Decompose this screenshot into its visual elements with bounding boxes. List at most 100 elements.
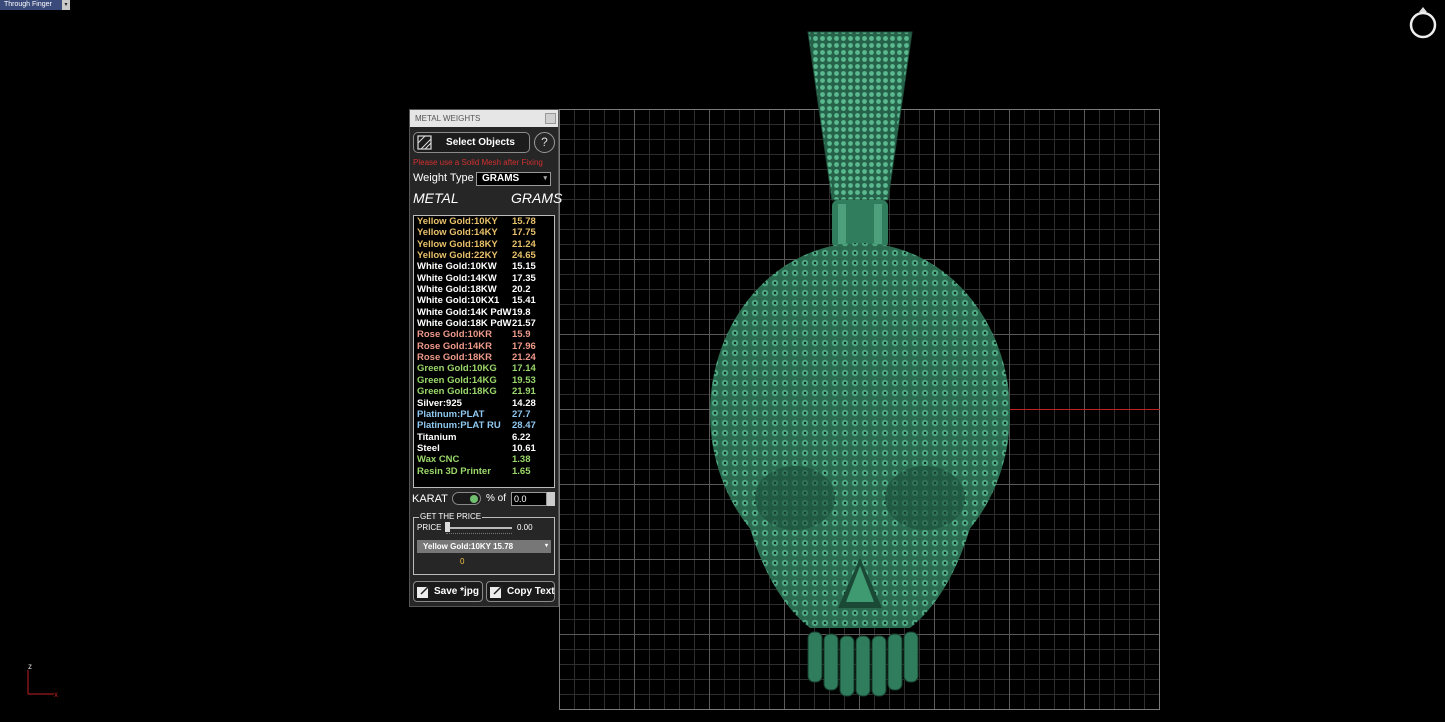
weight-type-value: GRAMS (482, 173, 520, 184)
karat-label: KARAT (412, 493, 448, 505)
metal-weight: 27.7 (512, 408, 531, 420)
chevron-down-icon: ▾ (543, 175, 547, 182)
panel-title-bar[interactable]: METAL WEIGHTS (410, 110, 558, 127)
metal-weight: 15.15 (512, 261, 536, 273)
weight-type-select[interactable]: GRAMS ▾ (476, 172, 551, 186)
metal-name: Rose Gold:18KR (417, 352, 492, 364)
metal-row: White Gold:14KW 17.35 (414, 273, 554, 284)
metal-row: Yellow Gold:14KY 17.75 (414, 227, 554, 238)
price-group-legend: GET THE PRICE (419, 512, 483, 521)
panel-title: METAL WEIGHTS (415, 114, 481, 123)
metal-name: Green Gold:18KG (417, 386, 497, 398)
metal-weight: 17.96 (512, 340, 536, 352)
metal-row: White Gold:18KW 20.2 (414, 284, 554, 295)
price-value: 0.00 (517, 523, 533, 532)
metal-weight: 28.47 (512, 420, 536, 432)
column-header-metal: METAL (413, 190, 459, 206)
metal-weight: 14.28 (512, 397, 536, 409)
metal-name: Yellow Gold:22KY (417, 250, 498, 262)
price-slider-thumb[interactable] (445, 522, 450, 532)
metal-row: Green Gold:10KG 17.14 (414, 363, 554, 374)
metal-weight: 21.24 (512, 238, 536, 250)
metal-weight: 10.61 (512, 442, 536, 454)
metal-name: White Gold:10KW (417, 261, 497, 273)
metal-row: Yellow Gold:18KY 21.24 (414, 239, 554, 250)
metal-name: Rose Gold:14KR (417, 340, 492, 352)
metal-weight: 6.22 (512, 431, 531, 443)
metal-row: Yellow Gold:10KY 15.78 (414, 216, 554, 227)
axis-x-label: x (54, 690, 58, 699)
close-icon[interactable] (545, 113, 556, 124)
metal-name: Steel (417, 442, 440, 454)
metal-row: Platinum:PLAT 27.7 (414, 409, 554, 420)
price-slider-ticks (446, 533, 512, 536)
metal-weight: 19.53 (512, 374, 536, 386)
metal-row: Silver:925 14.28 (414, 398, 554, 409)
metal-name: Yellow Gold:18KY (417, 238, 498, 250)
metal-weight: 17.14 (512, 363, 536, 375)
copy-text-label: Copy Text (507, 586, 555, 597)
axis-z-label: z (28, 662, 32, 671)
percent-input[interactable]: 0.0 (511, 492, 547, 506)
metal-weight: 19.8 (512, 306, 531, 318)
metal-row: Resin 3D Printer 1.65 (414, 466, 554, 477)
metal-name: White Gold:10KX1 (417, 295, 500, 307)
ring-icon[interactable] (1407, 4, 1439, 40)
weight-type-label: Weight Type (413, 172, 474, 184)
metal-row: Steel 10.61 (414, 443, 554, 454)
metal-name: White Gold:14K PdW (417, 306, 512, 318)
metal-row: Wax CNC 1.38 (414, 454, 554, 465)
metal-weight: 21.91 (512, 386, 536, 398)
percent-spinner[interactable] (547, 492, 555, 506)
metal-weight: 15.9 (512, 329, 531, 341)
price-group: GET THE PRICE PRICE 0.00 Yellow Gold:10K… (413, 512, 555, 575)
chevron-down-icon: ▾ (544, 543, 548, 549)
metal-row: White Gold:10KW 15.15 (414, 261, 554, 272)
metal-name: White Gold:18K PdW (417, 318, 512, 330)
metal-row: Rose Gold:18KR 21.24 (414, 352, 554, 363)
metal-weight: 21.24 (512, 352, 536, 364)
karat-toggle[interactable] (452, 492, 481, 505)
select-objects-label: Select Objects (446, 137, 515, 148)
metal-name: Resin 3D Printer (417, 465, 491, 477)
metal-row: Yellow Gold:22KY 24.65 (414, 250, 554, 261)
viewport-tab[interactable]: Through Finger ▾ (0, 0, 70, 10)
metal-row: Platinum:PLAT RU 28.47 (414, 420, 554, 431)
save-jpg-button[interactable]: Save *jpg (413, 581, 483, 602)
metal-weight: 1.65 (512, 465, 531, 477)
save-jpg-label: Save *jpg (434, 586, 480, 597)
metal-name: Silver:925 (417, 397, 462, 409)
price-metal-select[interactable]: Yellow Gold:10KY 15.78 ▾ (417, 540, 551, 553)
metal-row: White Gold:10KX1 15.41 (414, 295, 554, 306)
copy-text-button[interactable]: Copy Text (486, 581, 555, 602)
column-header-grams: GRAMS (511, 190, 563, 206)
price-label: PRICE (417, 523, 442, 532)
metal-name: White Gold:18KW (417, 284, 497, 296)
price-metal-value: Yellow Gold:10KY 15.78 (423, 542, 514, 551)
warning-text: Please use a Solid Mesh after Fixing (413, 158, 543, 167)
toggle-knob (470, 495, 478, 503)
export-icon (490, 585, 503, 598)
metal-weights-panel: METAL WEIGHTS Select Objects ? Please us… (409, 109, 563, 607)
metal-name: Titanium (417, 431, 457, 443)
metal-row: Green Gold:14KG 19.53 (414, 375, 554, 386)
select-objects-button[interactable]: Select Objects (413, 132, 530, 153)
axes-indicator: z x (27, 662, 58, 699)
skull-pendant-model[interactable] (700, 28, 1020, 700)
metal-name: Green Gold:14KG (417, 374, 497, 386)
metal-name: Yellow Gold:14KY (417, 227, 498, 239)
price-result: 0 (460, 557, 465, 566)
chevron-down-icon[interactable]: ▾ (62, 0, 70, 10)
metal-row: Rose Gold:14KR 17.96 (414, 341, 554, 352)
export-icon (417, 585, 430, 598)
metal-row: White Gold:18K PdW 21.57 (414, 318, 554, 329)
price-slider-track[interactable] (446, 527, 512, 529)
metal-row: Green Gold:18KG 21.91 (414, 386, 554, 397)
metal-name: Platinum:PLAT RU (417, 420, 501, 432)
metal-weight: 24.65 (512, 250, 536, 262)
metal-row: Titanium 6.22 (414, 432, 554, 443)
metal-name: Green Gold:10KG (417, 363, 497, 375)
metal-row: Rose Gold:10KR 15.9 (414, 329, 554, 340)
metal-weight: 1.38 (512, 454, 531, 466)
help-button[interactable]: ? (534, 132, 555, 153)
